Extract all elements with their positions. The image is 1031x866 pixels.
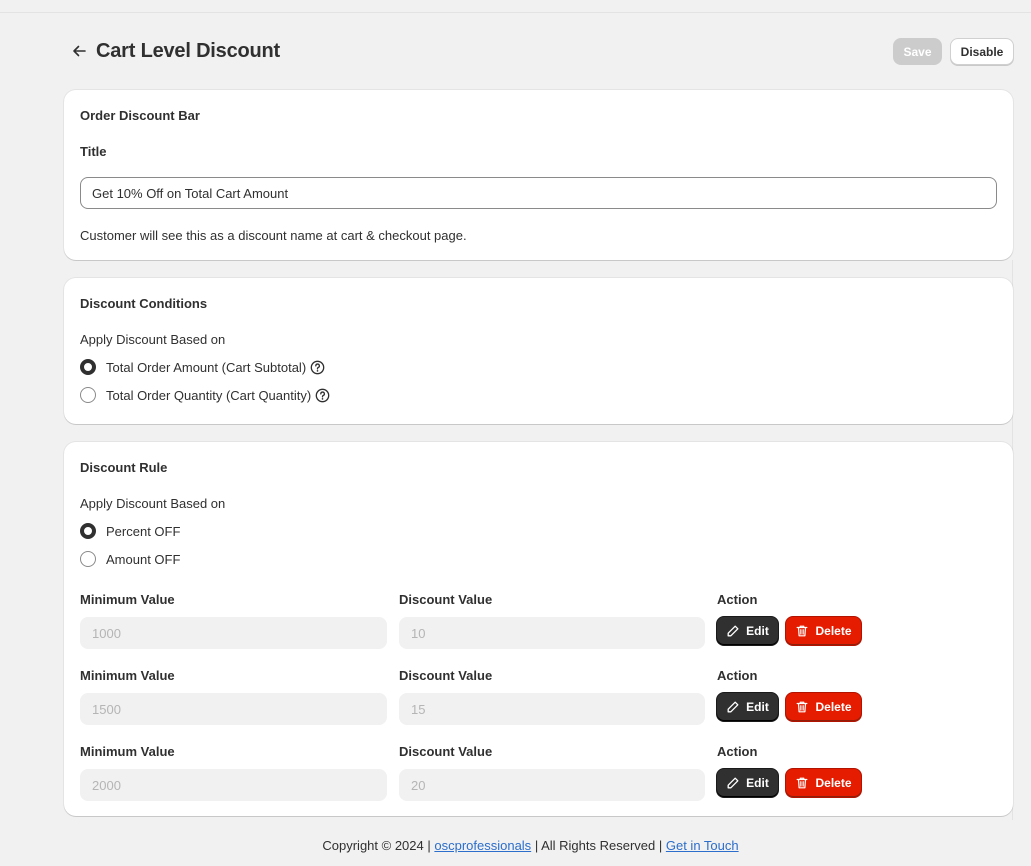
title-input[interactable]	[80, 177, 997, 209]
card-heading: Discount Conditions	[80, 296, 208, 311]
trash-icon	[797, 701, 808, 713]
delete-button[interactable]: Delete	[786, 769, 861, 797]
back-button[interactable]	[68, 40, 90, 62]
rights-text: | All Rights Reserved |	[534, 838, 663, 853]
delete-label: Delete	[815, 624, 852, 638]
discount-conditions-card: Discount Conditions Apply Discount Based…	[64, 278, 1013, 424]
top-divider	[0, 12, 1031, 13]
action-label: Action	[717, 668, 758, 683]
apply-based-on-label: Apply Discount Based on	[80, 496, 226, 511]
delete-button[interactable]: Delete	[786, 693, 861, 721]
radio-total-order-quantity[interactable]: Total Order Quantity (Cart Quantity)	[80, 385, 330, 405]
delete-label: Delete	[815, 700, 852, 714]
radio-button[interactable]	[80, 551, 96, 567]
discount-rule-card: Discount Rule Apply Discount Based on Pe…	[64, 442, 1013, 816]
question-circle-icon[interactable]	[315, 388, 330, 403]
action-label: Action	[717, 592, 758, 607]
disable-button[interactable]: Disable	[950, 38, 1014, 65]
save-button[interactable]: Save	[893, 38, 942, 65]
order-discount-bar-card: Order Discount Bar Title Customer will s…	[64, 90, 1013, 260]
edit-button[interactable]: Edit	[717, 769, 778, 797]
radio-percent-off[interactable]: Percent OFF	[80, 521, 180, 541]
minimum-value-label: Minimum Value	[80, 744, 175, 759]
edit-label: Edit	[746, 700, 769, 714]
trash-icon	[797, 777, 808, 789]
edit-label: Edit	[746, 776, 769, 790]
page-title: Cart Level Discount	[96, 40, 281, 62]
edit-button[interactable]: Edit	[717, 693, 778, 721]
radio-label: Amount OFF	[106, 551, 181, 567]
discount-value-field[interactable]: 15	[399, 693, 705, 725]
edit-label: Edit	[746, 624, 769, 638]
action-label: Action	[717, 744, 758, 759]
radio-total-order-amount[interactable]: Total Order Amount (Cart Subtotal)	[80, 357, 325, 377]
minimum-value-field[interactable]: 1000	[80, 617, 387, 649]
title-label: Title	[80, 144, 107, 159]
delete-label: Delete	[815, 776, 852, 790]
edit-button[interactable]: Edit	[717, 617, 778, 645]
radio-label: Total Order Amount (Cart Subtotal)	[106, 359, 307, 375]
discount-value-label: Discount Value	[399, 668, 493, 683]
discount-value-field[interactable]: 10	[399, 617, 705, 649]
card-heading: Discount Rule	[80, 460, 168, 475]
question-circle-icon[interactable]	[310, 360, 325, 375]
radio-button[interactable]	[80, 359, 96, 375]
minimum-value-field[interactable]: 1500	[80, 693, 387, 725]
pencil-icon	[727, 701, 739, 713]
copyright-text: Copyright © 2024 |	[322, 838, 431, 853]
radio-label: Total Order Quantity (Cart Quantity)	[106, 387, 312, 403]
radio-label: Percent OFF	[106, 523, 181, 539]
pencil-icon	[727, 777, 739, 789]
discount-value-label: Discount Value	[399, 592, 493, 607]
minimum-value-field[interactable]: 2000	[80, 769, 387, 801]
company-link[interactable]: oscprofessionals	[434, 838, 531, 853]
discount-value-field[interactable]: 20	[399, 769, 705, 801]
trash-icon	[797, 625, 808, 637]
title-help-text: Customer will see this as a discount nam…	[80, 228, 467, 243]
radio-amount-off[interactable]: Amount OFF	[80, 549, 180, 569]
discount-value-label: Discount Value	[399, 744, 493, 759]
minimum-value-label: Minimum Value	[80, 668, 175, 683]
page-header: Cart Level Discount Save Disable	[64, 36, 1014, 68]
footer: Copyright © 2024 | oscprofessionals | Al…	[0, 838, 1031, 853]
arrow-left-icon	[73, 45, 86, 57]
get-in-touch-link[interactable]: Get in Touch	[666, 838, 739, 853]
radio-button[interactable]	[80, 523, 96, 539]
radio-button[interactable]	[80, 387, 96, 403]
apply-based-on-label: Apply Discount Based on	[80, 332, 226, 347]
card-heading: Order Discount Bar	[80, 108, 200, 123]
minimum-value-label: Minimum Value	[80, 592, 175, 607]
pencil-icon	[727, 625, 739, 637]
delete-button[interactable]: Delete	[786, 617, 861, 645]
